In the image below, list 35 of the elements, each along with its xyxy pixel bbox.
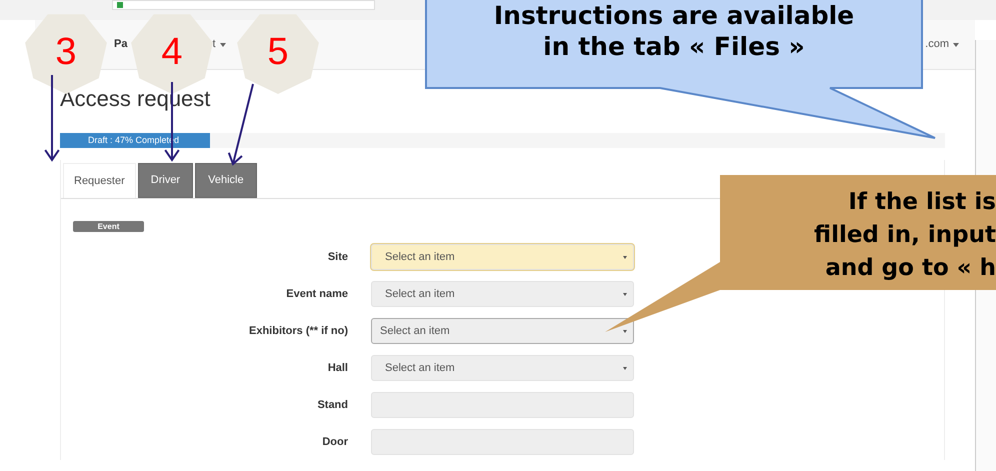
badge-number: 5 — [266, 30, 290, 74]
callout-text: in the tab « Files » — [543, 31, 805, 62]
callout-text: If the list is — [848, 188, 996, 217]
select-field[interactable]: Select an item — [371, 244, 634, 270]
select-field[interactable]: Select an item — [371, 281, 634, 307]
input-field[interactable] — [371, 429, 634, 455]
callout-text: filled in, input — [814, 221, 996, 250]
caret-icon — [623, 256, 627, 258]
field-label: Hall — [326, 360, 348, 376]
callout-text: Instructions are available — [494, 0, 854, 31]
caret-icon — [953, 42, 959, 46]
caret-icon — [220, 42, 226, 46]
field-label: Event name — [285, 286, 348, 302]
callout-text: and go to « h — [825, 254, 996, 283]
account-menu[interactable]: .com — [925, 36, 959, 53]
field-label: Door — [321, 434, 348, 450]
address-bar[interactable] — [112, 0, 375, 10]
caret-icon — [623, 292, 627, 296]
field-label: Stand — [316, 398, 348, 413]
tab[interactable]: Vehicle — [195, 163, 257, 198]
progress-label: Draft : 47% Completed — [88, 134, 180, 147]
nav-menu[interactable]: t — [212, 36, 226, 53]
input-field[interactable] — [371, 392, 634, 418]
field-label: Site — [326, 250, 348, 265]
tab[interactable]: Driver — [138, 163, 194, 198]
caret-icon — [623, 366, 627, 370]
caret-icon — [623, 330, 627, 332]
select-field[interactable]: Select an item — [371, 355, 634, 381]
badge-number: 4 — [160, 30, 184, 74]
field-label: Exhibitors (** if no) — [248, 324, 348, 339]
badge-number: 3 — [54, 30, 78, 74]
section-label: Event — [73, 221, 144, 232]
tab[interactable]: Requester — [63, 163, 136, 198]
brand-text[interactable]: Pa — [114, 36, 128, 53]
select-field[interactable]: Select an item — [371, 318, 634, 344]
